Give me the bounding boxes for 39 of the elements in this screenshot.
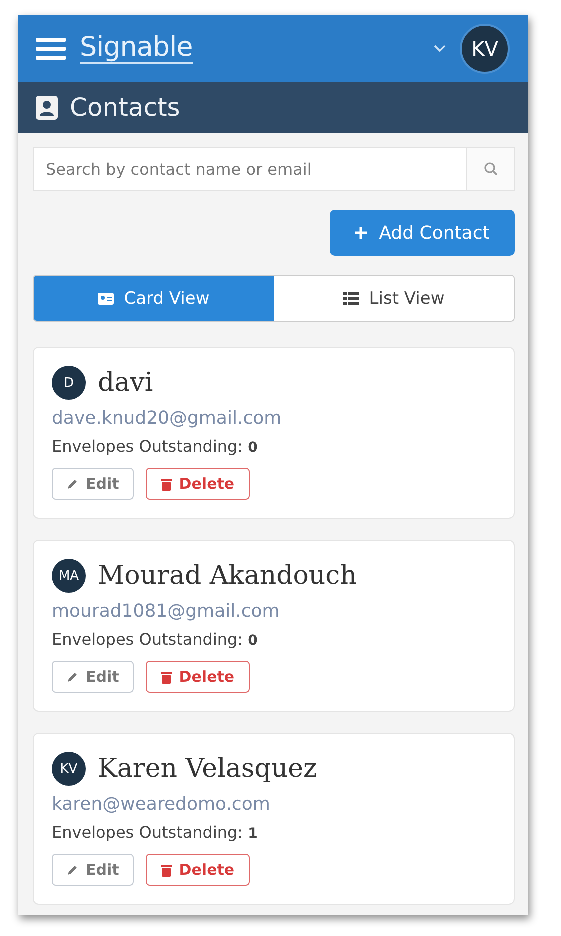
- view-tab[interactable]: List View: [274, 276, 514, 321]
- contact-name: Karen Velasquez: [98, 754, 318, 784]
- menu-icon[interactable]: [36, 36, 66, 60]
- search-icon: [484, 162, 498, 176]
- add-contact-button[interactable]: Add Contact: [330, 210, 515, 256]
- contact-email: mourad1081@gmail.com: [52, 601, 281, 622]
- search-field[interactable]: Search by contact name or email: [33, 147, 467, 191]
- trash-icon: [161, 670, 172, 684]
- trash-icon: [161, 478, 172, 490]
- contact-name: Mourad Akandouch: [98, 561, 357, 591]
- contact-avatar: KV: [52, 752, 86, 786]
- envelopes-outstanding: Envelopes Outstanding: 0: [52, 630, 259, 649]
- pencil-icon: [67, 671, 79, 683]
- delete-button[interactable]: Delete: [146, 854, 250, 886]
- contact-email: karen@wearedomo.com: [52, 794, 272, 815]
- list-icon: [343, 292, 360, 305]
- pencil-icon: [67, 864, 79, 876]
- chevron-down-icon[interactable]: [434, 44, 446, 52]
- contact-email: dave.knud20@gmail.com: [52, 408, 283, 429]
- delete-button[interactable]: Delete: [146, 661, 250, 693]
- contact-name: davi: [98, 368, 154, 398]
- envelopes-outstanding: Envelopes Outstanding: 0: [52, 437, 259, 456]
- id-card-icon: [98, 292, 114, 304]
- view-tab[interactable]: Card View: [34, 276, 274, 321]
- logo[interactable]: Signable: [80, 32, 193, 64]
- edit-button[interactable]: Edit: [52, 468, 134, 500]
- page-title: Contacts: [70, 93, 180, 122]
- envelopes-outstanding: Envelopes Outstanding: 1: [52, 823, 259, 842]
- edit-button[interactable]: Edit: [52, 661, 134, 693]
- contact-avatar: D: [52, 366, 86, 400]
- user-avatar[interactable]: KV: [460, 24, 510, 74]
- pencil-icon: [67, 478, 79, 490]
- trash-icon: [161, 864, 172, 876]
- contact-icon: [36, 96, 58, 120]
- edit-button[interactable]: Edit: [52, 854, 134, 886]
- contact-avatar: MA: [52, 559, 86, 593]
- search-button[interactable]: [467, 147, 515, 191]
- delete-button[interactable]: Delete: [146, 468, 250, 500]
- plus-icon: [355, 227, 368, 239]
